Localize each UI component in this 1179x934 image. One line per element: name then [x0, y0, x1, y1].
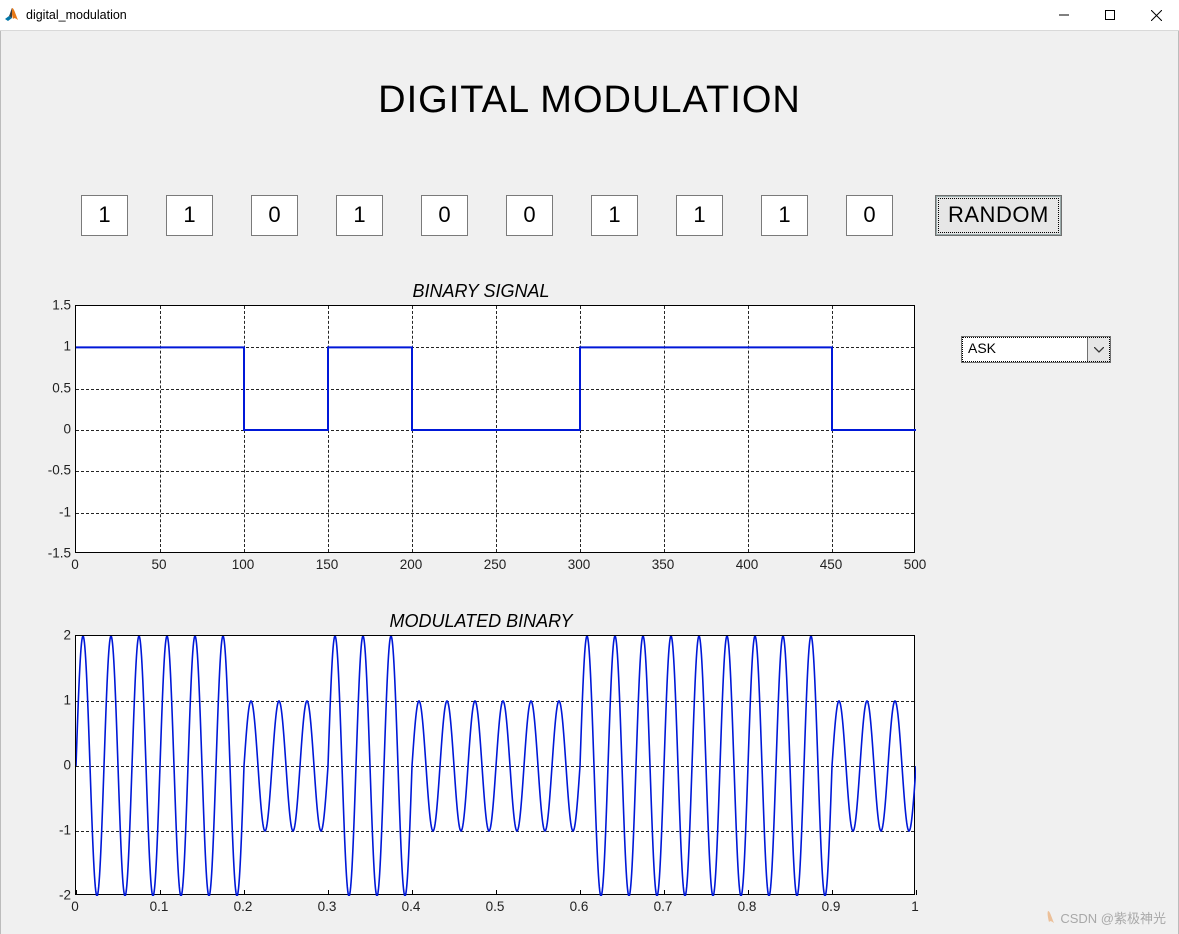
- bit-input-5[interactable]: [506, 195, 553, 236]
- bit-input-3[interactable]: [336, 195, 383, 236]
- bit-input-0[interactable]: [81, 195, 128, 236]
- xtick: 0.2: [234, 899, 253, 914]
- binary-signal-axes[interactable]: [75, 305, 915, 553]
- minimize-button[interactable]: [1041, 0, 1087, 30]
- xtick: 0.9: [822, 899, 841, 914]
- xtick: 350: [652, 557, 675, 572]
- ytick: -1: [31, 823, 71, 838]
- xtick: 0.1: [150, 899, 169, 914]
- ytick: 1: [31, 693, 71, 708]
- xtick: 0.5: [486, 899, 505, 914]
- modulated-binary-plot-block: MODULATED BINARY 210-1-200.10.20.30.40.5…: [31, 611, 931, 915]
- xtick: 200: [400, 557, 423, 572]
- figure-area: DIGITAL MODULATION RANDOM ASK BINARY SIG…: [0, 31, 1179, 934]
- titlebar: digital_modulation: [0, 0, 1179, 31]
- xtick: 0.3: [318, 899, 337, 914]
- ytick: -1: [31, 504, 71, 519]
- maximize-button[interactable]: [1087, 0, 1133, 30]
- xtick: 500: [904, 557, 927, 572]
- bit-input-9[interactable]: [846, 195, 893, 236]
- ytick: -0.5: [31, 463, 71, 478]
- xtick: 0: [71, 899, 79, 914]
- ytick: 0.5: [31, 380, 71, 395]
- xtick: 450: [820, 557, 843, 572]
- binary-signal-plot-block: BINARY SIGNAL 1.510.50-0.5-1-1.505010015…: [31, 281, 931, 573]
- ytick: 1.5: [31, 298, 71, 313]
- random-button[interactable]: RANDOM: [935, 195, 1062, 236]
- watermark: CSDN @紫极神光: [1040, 908, 1166, 927]
- bit-row: RANDOM: [81, 191, 1091, 239]
- matlab-icon: [4, 7, 20, 23]
- xtick: 400: [736, 557, 759, 572]
- ytick: -1.5: [31, 546, 71, 561]
- dropdown-selected-label: ASK: [962, 337, 1087, 362]
- bit-input-7[interactable]: [676, 195, 723, 236]
- ytick: 2: [31, 628, 71, 643]
- xtick: 0.8: [738, 899, 757, 914]
- bit-input-8[interactable]: [761, 195, 808, 236]
- page-title: DIGITAL MODULATION: [5, 31, 1174, 122]
- xtick: 150: [316, 557, 339, 572]
- window-title: digital_modulation: [26, 8, 127, 22]
- xtick: 250: [484, 557, 507, 572]
- chevron-down-icon: [1087, 337, 1110, 362]
- bit-input-6[interactable]: [591, 195, 638, 236]
- ytick: 0: [31, 758, 71, 773]
- xtick: 50: [151, 557, 166, 572]
- bit-input-1[interactable]: [166, 195, 213, 236]
- xtick: 0.6: [570, 899, 589, 914]
- xtick: 300: [568, 557, 591, 572]
- modulation-dropdown[interactable]: ASK: [961, 336, 1111, 363]
- xtick: 0.7: [654, 899, 673, 914]
- ytick: 1: [31, 339, 71, 354]
- bit-input-2[interactable]: [251, 195, 298, 236]
- binary-plot-title: BINARY SIGNAL: [31, 281, 931, 302]
- modulated-plot-title: MODULATED BINARY: [31, 611, 931, 632]
- close-button[interactable]: [1133, 0, 1179, 30]
- matlab-icon: [1040, 910, 1056, 926]
- xtick: 100: [232, 557, 255, 572]
- xtick: 0.4: [402, 899, 421, 914]
- ytick: 0: [31, 422, 71, 437]
- bit-input-4[interactable]: [421, 195, 468, 236]
- modulated-binary-axes[interactable]: [75, 635, 915, 895]
- ytick: -2: [31, 888, 71, 903]
- xtick: 0: [71, 557, 79, 572]
- xtick: 1: [911, 899, 919, 914]
